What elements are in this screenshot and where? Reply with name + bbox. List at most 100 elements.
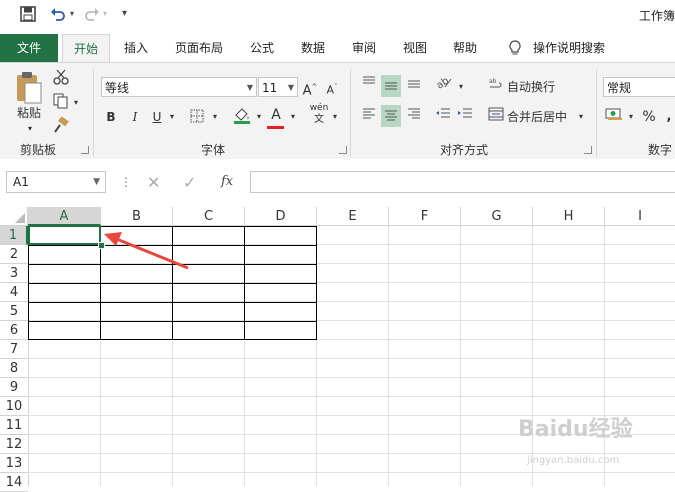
tell-me-search[interactable]: 操作说明搜索 xyxy=(530,34,608,62)
font-name-value: 等线 xyxy=(105,81,130,95)
align-middle-icon[interactable] xyxy=(381,75,401,97)
phonetic-button[interactable]: wén 文 xyxy=(308,103,330,126)
column-header-e[interactable]: E xyxy=(317,207,389,226)
tab-insert[interactable]: 插入 xyxy=(116,34,156,62)
insert-function-button[interactable]: fx xyxy=(221,174,233,189)
merge-center-icon[interactable] xyxy=(488,107,504,127)
redo-dropdown-icon[interactable]: ▾ xyxy=(103,9,107,18)
wrap-text-icon[interactable]: ab xyxy=(488,77,504,97)
row-header-9[interactable]: 9 xyxy=(0,378,28,397)
font-group-label: 字体 xyxy=(201,143,226,157)
row-header-11[interactable]: 11 xyxy=(0,416,28,435)
fill-color-icon[interactable] xyxy=(232,107,252,131)
column-header-d[interactable]: D xyxy=(245,207,317,226)
tab-help[interactable]: 帮助 xyxy=(446,34,484,62)
underline-dropdown-icon[interactable]: ▾ xyxy=(167,107,177,127)
paste-dropdown-icon[interactable]: ▾ xyxy=(24,119,36,139)
bold-button[interactable]: B xyxy=(104,107,118,127)
tab-review[interactable]: 审阅 xyxy=(345,34,383,62)
baidu-watermark-url: jingyan.baidu.com xyxy=(527,455,620,466)
row-header-5[interactable]: 5 xyxy=(0,302,28,321)
name-box[interactable]: A1 ▼ xyxy=(6,171,106,193)
copy-dropdown-icon[interactable]: ▾ xyxy=(72,93,80,113)
column-header-c[interactable]: C xyxy=(173,207,245,226)
row-header-2[interactable]: 2 xyxy=(0,245,28,264)
align-left-icon[interactable] xyxy=(360,107,378,127)
row-header-13[interactable]: 13 xyxy=(0,454,28,473)
redo-icon[interactable] xyxy=(84,6,100,26)
align-center-icon[interactable] xyxy=(381,105,401,127)
row-header-14[interactable]: 14 xyxy=(0,473,28,492)
row-header-6[interactable]: 6 xyxy=(0,321,28,340)
tab-file[interactable]: 文件 xyxy=(0,34,58,62)
font-color-dropdown-icon[interactable]: ▾ xyxy=(288,107,298,127)
row-header-10[interactable]: 10 xyxy=(0,397,28,416)
accounting-dropdown-icon[interactable]: ▾ xyxy=(626,107,636,127)
row-header-1[interactable]: 1 xyxy=(0,226,28,245)
italic-button[interactable]: I xyxy=(128,107,142,127)
column-header-f[interactable]: F xyxy=(389,207,461,226)
font-launcher-icon[interactable] xyxy=(339,146,347,154)
row-header-4[interactable]: 4 xyxy=(0,283,28,302)
row-header-12[interactable]: 12 xyxy=(0,435,28,454)
row-header-3[interactable]: 3 xyxy=(0,264,28,283)
shrink-font-button[interactable]: Aˇ xyxy=(324,77,340,101)
customize-toolbar-icon[interactable]: ▾ xyxy=(122,8,127,19)
tab-formulas[interactable]: 公式 xyxy=(243,34,281,62)
ribbon-separator xyxy=(350,69,351,157)
column-header-i[interactable]: I xyxy=(605,207,675,226)
border-icon[interactable] xyxy=(188,109,206,129)
font-size-select[interactable]: 11 ▼ xyxy=(258,77,298,97)
number-group-label: 数字 xyxy=(648,143,673,157)
select-all-corner[interactable] xyxy=(0,207,28,226)
copy-icon[interactable] xyxy=(52,93,70,115)
column-header-b[interactable]: B xyxy=(101,207,173,226)
align-top-icon[interactable] xyxy=(360,75,378,95)
tab-home[interactable]: 开始 xyxy=(62,34,110,63)
clipboard-launcher-icon[interactable] xyxy=(81,146,89,154)
row-header-7[interactable]: 7 xyxy=(0,340,28,359)
format-painter-icon[interactable] xyxy=(52,116,70,139)
merge-dropdown-icon[interactable]: ▾ xyxy=(576,107,586,127)
number-format-select[interactable]: 常规 xyxy=(603,77,675,97)
tab-data[interactable]: 数据 xyxy=(294,34,332,62)
font-color-button[interactable]: A xyxy=(266,105,286,129)
merge-center-button[interactable]: 合并后居中 xyxy=(507,107,573,127)
cancel-icon[interactable]: ✕ xyxy=(147,173,160,192)
percent-button[interactable]: % xyxy=(640,107,658,127)
border-dropdown-icon[interactable]: ▾ xyxy=(210,107,220,127)
underline-button[interactable]: U xyxy=(150,107,164,127)
font-name-select[interactable]: 等线 ▼ xyxy=(101,77,257,97)
alignment-launcher-icon[interactable] xyxy=(584,146,592,154)
accounting-format-icon[interactable] xyxy=(604,107,624,127)
align-bottom-icon[interactable] xyxy=(405,75,423,95)
orientation-dropdown-icon[interactable]: ▾ xyxy=(456,77,466,97)
comma-style-icon[interactable]: , xyxy=(662,107,675,127)
orientation-icon[interactable]: ab xyxy=(434,75,454,95)
grow-font-button[interactable]: A^ xyxy=(302,77,318,101)
undo-dropdown-icon[interactable]: ▾ xyxy=(70,9,74,18)
clipboard-group-label: 剪贴板 xyxy=(20,143,57,157)
cut-icon[interactable] xyxy=(52,69,70,91)
decrease-indent-icon[interactable] xyxy=(434,107,452,127)
column-header-a[interactable]: A xyxy=(28,207,101,226)
phonetic-dropdown-icon[interactable]: ▾ xyxy=(330,107,340,127)
wrap-text-button[interactable]: 自动换行 xyxy=(507,77,567,97)
font-size-value: 11 xyxy=(262,81,278,95)
align-right-icon[interactable] xyxy=(405,107,423,127)
column-header-h[interactable]: H xyxy=(533,207,605,226)
more-options-icon[interactable]: ⋮ xyxy=(120,175,132,189)
save-icon[interactable] xyxy=(20,6,36,26)
annotation-arrow-icon xyxy=(104,232,189,270)
tab-page-layout[interactable]: 页面布局 xyxy=(168,34,230,62)
enter-icon[interactable]: ✓ xyxy=(183,173,196,192)
formula-input[interactable] xyxy=(250,171,675,193)
column-header-g[interactable]: G xyxy=(461,207,533,226)
undo-icon[interactable] xyxy=(50,6,66,26)
name-box-value: A1 xyxy=(13,175,29,189)
tab-view[interactable]: 视图 xyxy=(396,34,434,62)
selected-cell-a1[interactable] xyxy=(28,225,101,245)
increase-indent-icon[interactable] xyxy=(456,107,474,127)
fill-color-dropdown-icon[interactable]: ▾ xyxy=(254,107,264,127)
row-header-8[interactable]: 8 xyxy=(0,359,28,378)
